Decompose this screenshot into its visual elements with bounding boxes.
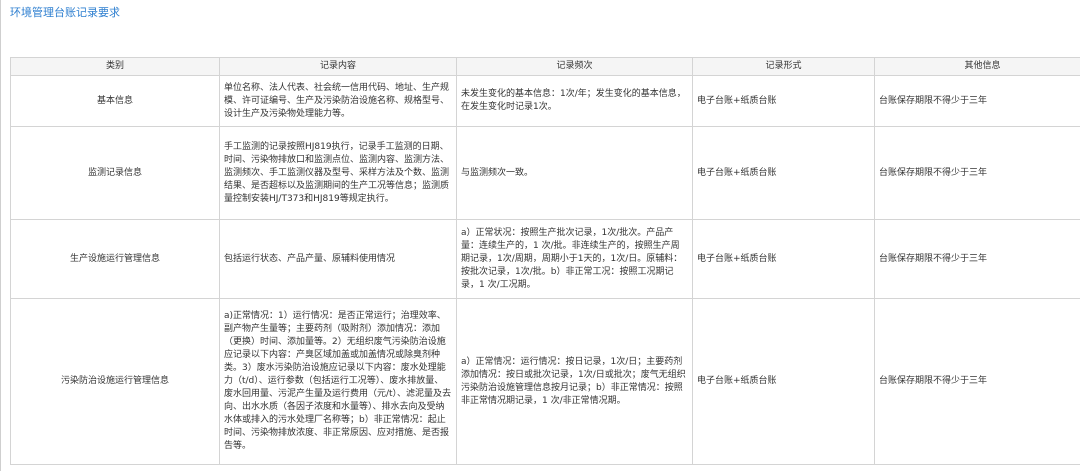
- page: 环境管理台账记录要求 类别 记录内容 记录频次 记录形式 其他信息 基本信息 单…: [0, 0, 1080, 471]
- header-content: 记录内容: [219, 57, 457, 76]
- header-category: 类别: [10, 57, 220, 76]
- cell-content: 包括运行状态、产品产量、原辅料使用情况: [219, 219, 457, 299]
- table-header-row: 类别 记录内容 记录频次 记录形式 其他信息: [10, 57, 1080, 76]
- cell-category: 监测记录信息: [10, 126, 220, 220]
- header-frequency: 记录频次: [456, 57, 693, 76]
- page-title: 环境管理台账记录要求: [10, 6, 120, 19]
- table-row: 生产设施运行管理信息 包括运行状态、产品产量、原辅料使用情况 a）正常状况：按照…: [10, 219, 1080, 299]
- cell-frequency: a）正常情况：运行情况：按日记录，1次/日；主要药剂添加情况：按日或批次记录，1…: [456, 298, 693, 465]
- cell-format: 电子台账+纸质台账: [692, 219, 875, 299]
- cell-format: 电子台账+纸质台账: [692, 126, 875, 220]
- cell-other-info: 台账保存期限不得少于三年: [874, 126, 1080, 220]
- cell-category: 基本信息: [10, 75, 220, 127]
- cell-content: 单位名称、法人代表、社会统一信用代码、地址、生产规模、许可证编号、生产及污染防治…: [219, 75, 457, 127]
- cell-content: 手工监测的记录按照HJ819执行，记录手工监测的日期、时间、污染物排放口和监测点…: [219, 126, 457, 220]
- ledger-requirements-table: 类别 记录内容 记录频次 记录形式 其他信息 基本信息 单位名称、法人代表、社会…: [10, 57, 1080, 465]
- cell-content: a)正常情况：1）运行情况：是否正常运行；治理效率、副产物产生量等；主要药剂（吸…: [219, 298, 457, 465]
- cell-frequency: a）正常状况：按照生产批次记录，1次/批次。产品产量：连续生产的，1 次/批。非…: [456, 219, 693, 299]
- table-row: 基本信息 单位名称、法人代表、社会统一信用代码、地址、生产规模、许可证编号、生产…: [10, 75, 1080, 127]
- cell-format: 电子台账+纸质台账: [692, 75, 875, 127]
- cell-other-info: 台账保存期限不得少于三年: [874, 298, 1080, 465]
- cell-frequency: 未发生变化的基本信息：1次/年；发生变化的基本信息，在发生变化时记录1次。: [456, 75, 693, 127]
- cell-other-info: 台账保存期限不得少于三年: [874, 75, 1080, 127]
- cell-frequency: 与监测频次一致。: [456, 126, 693, 220]
- header-format: 记录形式: [692, 57, 875, 76]
- table-row: 污染防治设施运行管理信息 a)正常情况：1）运行情况：是否正常运行；治理效率、副…: [10, 298, 1080, 465]
- cell-other-info: 台账保存期限不得少于三年: [874, 219, 1080, 299]
- cell-category: 生产设施运行管理信息: [10, 219, 220, 299]
- ledger-table-container: 类别 记录内容 记录频次 记录形式 其他信息 基本信息 单位名称、法人代表、社会…: [10, 57, 1080, 465]
- cell-format: 电子台账+纸质台账: [692, 298, 875, 465]
- cell-category: 污染防治设施运行管理信息: [10, 298, 220, 465]
- table-row: 监测记录信息 手工监测的记录按照HJ819执行，记录手工监测的日期、时间、污染物…: [10, 126, 1080, 220]
- header-other-info: 其他信息: [874, 57, 1080, 76]
